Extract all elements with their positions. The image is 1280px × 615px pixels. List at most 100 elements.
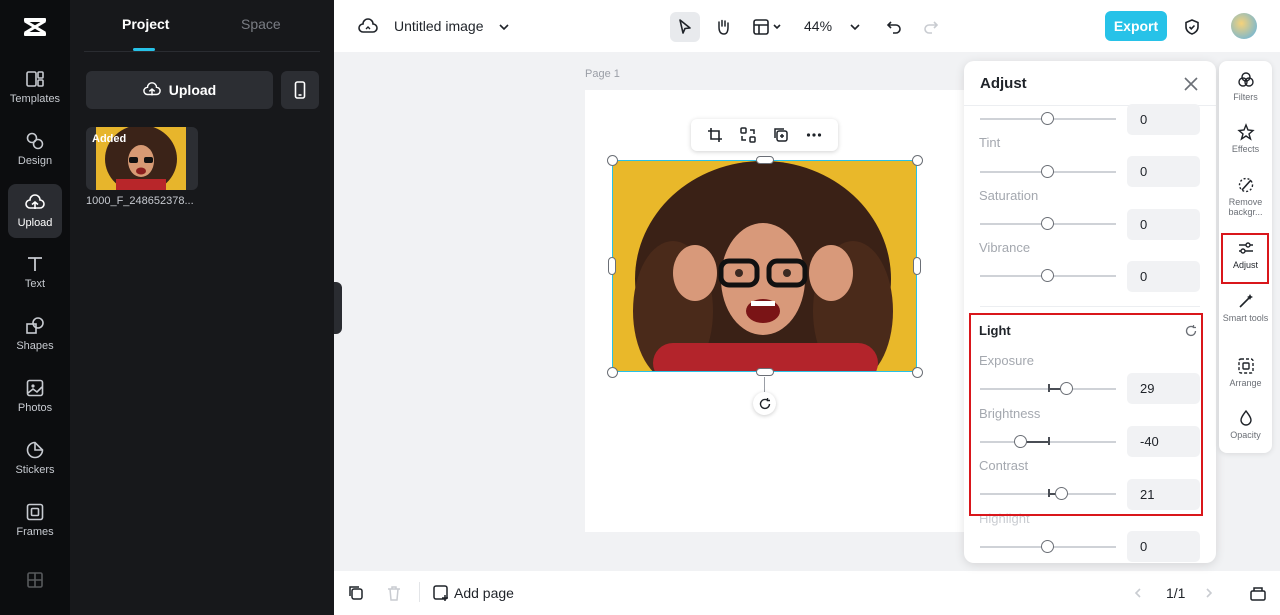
trash-icon[interactable]: [379, 578, 409, 608]
tool-label: Smart tools: [1222, 313, 1269, 323]
tool-label: Filters: [1233, 92, 1258, 102]
resize-handle-left[interactable]: [608, 257, 616, 275]
resize-handle-top-left[interactable]: [607, 155, 618, 166]
redo-icon[interactable]: [916, 12, 946, 42]
rail-item-frames[interactable]: Frames: [8, 493, 62, 547]
rail-item-upload[interactable]: Upload: [8, 184, 62, 238]
tint-value-input[interactable]: 0: [1127, 156, 1200, 187]
asset-thumbnail[interactable]: Added: [86, 127, 198, 190]
slider-knob[interactable]: [1041, 112, 1054, 125]
rail-item-label: Frames: [16, 526, 54, 538]
rail-item-label: Design: [17, 155, 53, 167]
next-page-chevron-icon[interactable]: [1194, 578, 1224, 608]
rail-item-photos[interactable]: Photos: [8, 369, 62, 423]
adjust-tool-highlight: [1221, 233, 1269, 284]
tool-label: Opacity: [1230, 430, 1261, 440]
resize-handle-bottom-left[interactable]: [607, 367, 618, 378]
rail-item-label: Text: [24, 278, 46, 290]
rail-item-stickers[interactable]: Stickers: [8, 431, 62, 485]
remove-background-icon: [1238, 177, 1253, 193]
title-dropdown-chevron-icon[interactable]: [489, 12, 519, 42]
panel-collapse-handle[interactable]: [334, 282, 342, 334]
tool-filters[interactable]: Filters: [1219, 71, 1272, 102]
export-button[interactable]: Export: [1105, 11, 1167, 41]
highlight-slider-knob[interactable]: [1041, 540, 1054, 553]
rail-item-design[interactable]: Design: [8, 122, 62, 176]
design-icon: [26, 132, 44, 150]
upload-cloud-icon: [142, 82, 161, 96]
tab-project[interactable]: Project: [122, 16, 169, 32]
effects-icon: [1236, 123, 1255, 141]
stickers-icon: [26, 441, 44, 459]
previous-page-chevron-icon[interactable]: [1123, 578, 1153, 608]
resize-handle-right[interactable]: [913, 257, 921, 275]
add-page-button[interactable]: Add page: [454, 585, 514, 601]
divider: [980, 306, 1200, 307]
zoom-chevron-down-icon[interactable]: [840, 12, 870, 42]
grid-icon: [27, 572, 43, 588]
smart-tools-icon: [1238, 294, 1253, 308]
phone-icon: [294, 81, 306, 99]
page-manager-icon[interactable]: [1243, 578, 1273, 608]
document-title[interactable]: Untitled image: [394, 18, 484, 34]
divider: [84, 51, 320, 52]
rail-item-shapes[interactable]: Shapes: [8, 307, 62, 361]
asset-filename: 1000_F_248652378...: [86, 195, 194, 207]
light-section-highlight: [969, 313, 1203, 516]
upload-cloud-icon: [25, 194, 45, 209]
tool-effects[interactable]: Effects: [1219, 123, 1272, 154]
zoom-level[interactable]: 44%: [804, 18, 832, 34]
tool-label: Effects: [1231, 144, 1260, 154]
highlight-value-input[interactable]: 0: [1127, 531, 1200, 562]
resize-handle-top-right[interactable]: [912, 155, 923, 166]
duplicate-icon[interactable]: [772, 126, 790, 144]
divider: [419, 582, 420, 602]
upload-from-phone-button[interactable]: [281, 71, 319, 109]
image-floating-toolbar: [691, 119, 838, 151]
close-icon[interactable]: [1182, 75, 1200, 93]
slider-value-input[interactable]: 0: [1127, 104, 1200, 135]
hand-pan-icon[interactable]: [708, 12, 738, 42]
shapes-icon: [26, 317, 44, 334]
rail-item-label: Stickers: [15, 464, 55, 476]
upload-button[interactable]: Upload: [86, 71, 273, 109]
tint-label: Tint: [979, 135, 1001, 150]
page-label: Page 1: [585, 68, 620, 80]
vibrance-value-input[interactable]: 0: [1127, 261, 1200, 292]
tool-smart-tools[interactable]: Smart tools: [1219, 292, 1272, 323]
layout-menu-icon[interactable]: [748, 12, 788, 42]
photos-icon: [26, 379, 44, 397]
rotate-handle[interactable]: [753, 392, 776, 415]
tool-remove-background[interactable]: Remove backgr...: [1219, 176, 1272, 217]
tool-arrange[interactable]: Arrange: [1219, 357, 1272, 388]
resize-handle-bottom-right[interactable]: [912, 367, 923, 378]
replace-icon[interactable]: [739, 126, 757, 144]
duplicate-page-icon[interactable]: [341, 578, 371, 608]
rail-item-more[interactable]: [8, 555, 62, 609]
tool-opacity[interactable]: Opacity: [1219, 409, 1272, 440]
vibrance-slider-knob[interactable]: [1041, 269, 1054, 282]
rail-item-label: Upload: [17, 217, 53, 229]
tint-slider-knob[interactable]: [1041, 165, 1054, 178]
cloud-save-icon[interactable]: [353, 12, 383, 42]
user-avatar[interactable]: [1231, 13, 1257, 39]
tool-label: Arrange: [1229, 378, 1262, 388]
capcut-logo-icon[interactable]: [20, 12, 50, 42]
undo-icon[interactable]: [879, 12, 909, 42]
saturation-slider-knob[interactable]: [1041, 217, 1054, 230]
page-counter: 1/1: [1166, 585, 1186, 601]
rail-item-templates[interactable]: Templates: [8, 60, 62, 114]
rail-item-text[interactable]: Text: [8, 245, 62, 299]
canvas-image[interactable]: [612, 160, 917, 372]
filters-icon: [1237, 72, 1254, 87]
more-options-icon[interactable]: [805, 126, 823, 144]
shield-icon[interactable]: [1177, 12, 1207, 42]
saturation-value-input[interactable]: 0: [1127, 209, 1200, 240]
resize-handle-bottom[interactable]: [756, 368, 774, 376]
select-pointer-icon[interactable]: [670, 12, 700, 42]
resize-handle-top[interactable]: [756, 156, 774, 164]
crop-icon[interactable]: [706, 126, 724, 144]
add-page-icon[interactable]: [426, 578, 456, 608]
tab-space[interactable]: Space: [241, 16, 281, 32]
frames-icon: [26, 503, 44, 521]
